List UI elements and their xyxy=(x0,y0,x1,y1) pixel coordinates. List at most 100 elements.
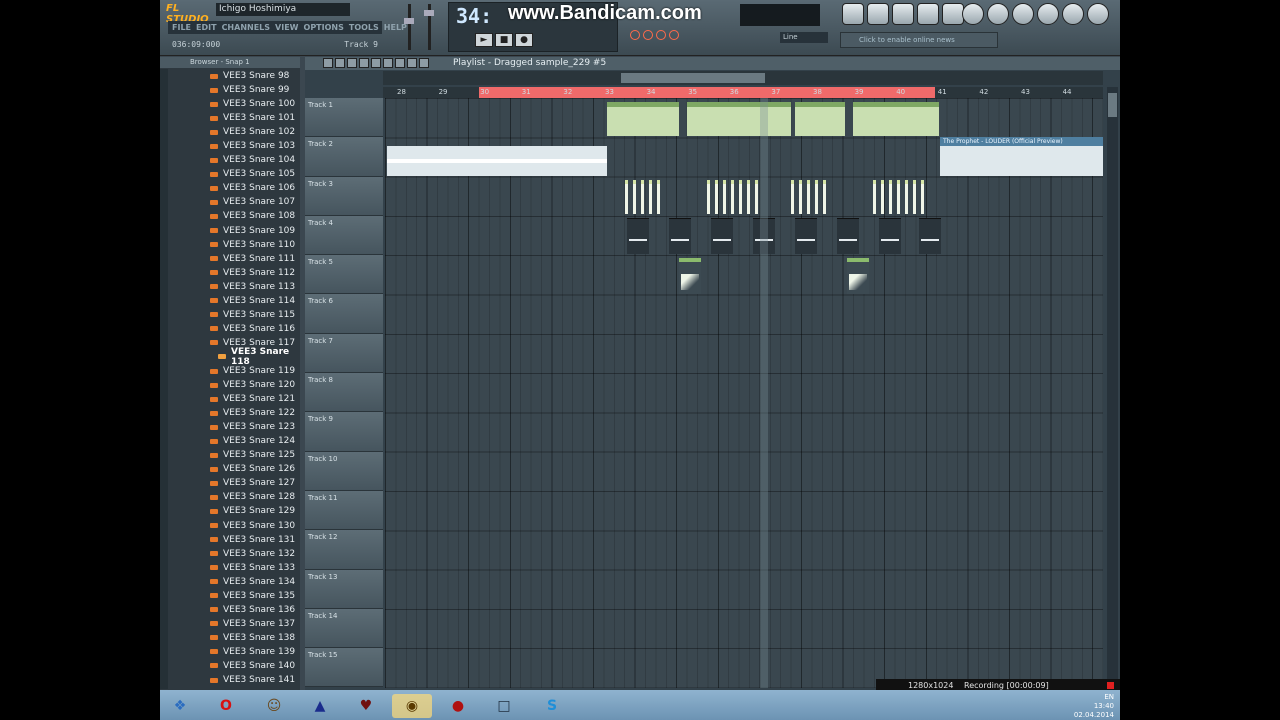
song-title-field[interactable]: Ichigo Hoshimiya xyxy=(216,3,350,16)
app-icon[interactable]: □ xyxy=(484,694,524,718)
sample-clip[interactable] xyxy=(879,218,901,254)
track-header[interactable]: Track 2 xyxy=(305,137,383,177)
browser-file-item[interactable]: VEE3 Snare 108 xyxy=(160,209,300,223)
play-button[interactable]: ► xyxy=(475,33,493,47)
browser-file-item[interactable]: VEE3 Snare 112 xyxy=(160,266,300,280)
browser-file-item[interactable]: VEE3 Snare 123 xyxy=(160,420,300,434)
mixer-window-icon[interactable] xyxy=(942,3,964,25)
menu-channels[interactable]: CHANNELS xyxy=(222,21,270,34)
slip-tool-icon[interactable] xyxy=(371,58,381,68)
sample-clip[interactable] xyxy=(627,218,649,254)
browser-file-item[interactable]: VEE3 Snare 125 xyxy=(160,448,300,462)
opera-icon[interactable]: O xyxy=(206,694,246,718)
pattern-clip[interactable] xyxy=(607,102,679,136)
track-header[interactable]: Track 7 xyxy=(305,333,383,374)
browser-file-item[interactable]: VEE3 Snare 137 xyxy=(160,617,300,631)
sample-clip[interactable] xyxy=(919,218,941,254)
browser-window-icon[interactable] xyxy=(917,3,939,25)
browser-file-item[interactable]: VEE3 Snare 132 xyxy=(160,547,300,561)
browser-file-item[interactable]: VEE3 Snare 111 xyxy=(160,252,300,266)
search-icon[interactable] xyxy=(1062,3,1084,25)
sample-clip[interactable] xyxy=(837,218,859,254)
playlist-window-icon[interactable] xyxy=(842,3,864,25)
menu-view[interactable]: VIEW xyxy=(275,21,298,34)
track-header[interactable]: Track 11 xyxy=(305,490,383,531)
record-option-icon[interactable] xyxy=(669,30,679,40)
track-header[interactable]: Track 6 xyxy=(305,294,383,334)
record-option-icon[interactable] xyxy=(643,30,653,40)
dragged-sample-clip[interactable] xyxy=(847,258,869,294)
cpu-meter-icon[interactable] xyxy=(1012,3,1034,25)
browser-file-item[interactable]: VEE3 Snare 124 xyxy=(160,434,300,448)
track-header[interactable]: Track 8 xyxy=(305,373,383,413)
piano-roll-icon[interactable] xyxy=(892,3,914,25)
playback-tool-icon[interactable] xyxy=(419,58,429,68)
save-icon[interactable] xyxy=(987,3,1009,25)
mute-tool-icon[interactable] xyxy=(359,58,369,68)
select-tool-icon[interactable] xyxy=(395,58,405,68)
stop-button[interactable]: ■ xyxy=(495,33,513,47)
track-header[interactable]: Track 3 xyxy=(305,176,383,216)
track-header[interactable]: Track 12 xyxy=(305,530,383,570)
pattern-clip[interactable] xyxy=(795,102,845,136)
browser-file-item[interactable]: VEE3 Snare 114 xyxy=(160,294,300,308)
bandicam-taskbar-icon[interactable]: ● xyxy=(438,694,478,718)
browser-file-item[interactable]: VEE3 Snare 120 xyxy=(160,378,300,392)
browser-file-item[interactable]: VEE3 Snare 130 xyxy=(160,519,300,533)
browser-file-item[interactable]: VEE3 Snare 135 xyxy=(160,589,300,603)
browser-file-item[interactable]: VEE3 Snare 115 xyxy=(160,308,300,322)
browser-file-item[interactable]: VEE3 Snare 100 xyxy=(160,97,300,111)
audio-clip-prophet[interactable]: The Prophet - LOUDER (Official Preview) xyxy=(940,137,1103,176)
snare-clip[interactable] xyxy=(873,180,924,218)
step-sequencer-icon[interactable] xyxy=(867,3,889,25)
menu-file[interactable]: FILE xyxy=(172,21,191,34)
browser-file-item[interactable]: VEE3 Snare 134 xyxy=(160,575,300,589)
record-option-icon[interactable] xyxy=(630,30,640,40)
scroll-thumb[interactable] xyxy=(1108,93,1117,117)
browser-file-item[interactable]: VEE3 Snare 113 xyxy=(160,280,300,294)
browser-file-item[interactable]: VEE3 Snare 104 xyxy=(160,153,300,167)
master-pitch-slider[interactable] xyxy=(424,10,434,16)
browser-file-item[interactable]: VEE3 Snare 101 xyxy=(160,111,300,125)
browser-file-item[interactable]: VEE3 Snare 103 xyxy=(160,139,300,153)
record-stop-icon[interactable] xyxy=(1107,682,1114,689)
browser-file-item[interactable]: VEE3 Snare 136 xyxy=(160,603,300,617)
tools-icon[interactable] xyxy=(1037,3,1059,25)
menu-tools[interactable]: TOOLS xyxy=(349,21,379,34)
track-header[interactable]: Track 1 xyxy=(305,98,383,138)
playlist-horizontal-scrollbar[interactable] xyxy=(383,71,1103,85)
sample-clip[interactable] xyxy=(711,218,733,254)
system-clock[interactable]: EN 13:40 02.04.2014 xyxy=(1056,693,1114,720)
audio-clip[interactable] xyxy=(387,146,607,176)
browser-file-item[interactable]: VEE3 Snare 109 xyxy=(160,224,300,238)
menu-edit[interactable]: EDIT xyxy=(196,21,217,34)
playlist-grid[interactable]: The Prophet - LOUDER (Official Preview) xyxy=(385,98,1103,688)
skype-icon[interactable]: S xyxy=(532,694,572,718)
start-button[interactable]: ❖ xyxy=(160,694,200,718)
app-icon[interactable]: ☺ xyxy=(254,694,294,718)
browser-file-item[interactable]: VEE3 Snare 102 xyxy=(160,125,300,139)
browser-file-item[interactable]: VEE3 Snare 128 xyxy=(160,490,300,504)
paint-tool-icon[interactable] xyxy=(335,58,345,68)
browser-file-item[interactable]: VEE3 Snare 118 xyxy=(160,347,300,367)
browser-file-item[interactable]: VEE3 Snare 99 xyxy=(160,83,300,97)
browser-file-item[interactable]: VEE3 Snare 122 xyxy=(160,406,300,420)
browser-file-item[interactable]: VEE3 Snare 141 xyxy=(160,673,300,687)
dragged-sample-clip[interactable] xyxy=(679,258,701,294)
browser-file-item[interactable]: VEE3 Snare 106 xyxy=(160,181,300,195)
browser-file-item[interactable]: VEE3 Snare 98 xyxy=(160,69,300,83)
app-icon[interactable]: ♥ xyxy=(346,694,386,718)
playback-position-marker[interactable] xyxy=(760,98,768,688)
browser-file-item[interactable]: VEE3 Snare 140 xyxy=(160,659,300,673)
browser-file-item[interactable]: VEE3 Snare 119 xyxy=(160,364,300,378)
browser-file-item[interactable]: VEE3 Snare 110 xyxy=(160,238,300,252)
timeline-ruler[interactable]: 28 29 30 31 32 33 34 35 36 37 38 39 40 41 42 43 44 xyxy=(383,87,1103,98)
browser-file-item[interactable]: VEE3 Snare 127 xyxy=(160,476,300,490)
browser-file-item[interactable]: VEE3 Snare 139 xyxy=(160,645,300,659)
snare-clip[interactable] xyxy=(707,180,758,218)
sample-clip[interactable] xyxy=(795,218,817,254)
pattern-clip[interactable] xyxy=(687,102,791,136)
track-header[interactable]: Track 13 xyxy=(305,569,383,609)
record-option-icon[interactable] xyxy=(656,30,666,40)
browser-file-item[interactable]: VEE3 Snare 129 xyxy=(160,504,300,518)
